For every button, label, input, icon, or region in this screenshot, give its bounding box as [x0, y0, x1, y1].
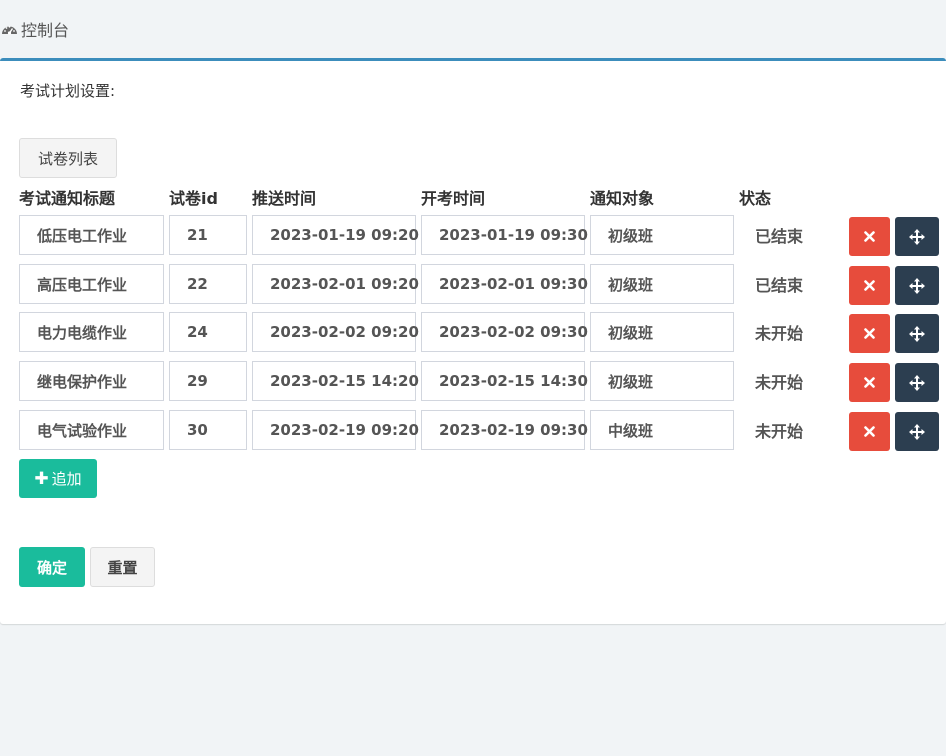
add-row-label: 追加	[51, 470, 82, 488]
exam-time-input[interactable]: 2023-02-15 14:30	[421, 361, 588, 401]
title-input[interactable]: 电力电缆作业	[19, 312, 164, 352]
move-row-button[interactable]	[895, 412, 939, 451]
push-time-input[interactable]: 2023-02-15 14:20	[252, 361, 419, 401]
exam-plan-panel: 考试计划设置: 试卷列表 考试通知标题 试卷id 推送时间 开考时间 通知对象 …	[0, 58, 946, 624]
title-input[interactable]: 低压电工作业	[19, 215, 164, 255]
column-header-exam-time: 开考时间	[421, 189, 486, 208]
title-input[interactable]: 高压电工作业	[19, 264, 164, 304]
paper-id-input[interactable]: 24	[169, 312, 247, 352]
close-icon	[864, 426, 875, 437]
move-row-button[interactable]	[895, 314, 939, 353]
target-select[interactable]: 初级班	[590, 264, 734, 304]
move-row-button[interactable]	[895, 266, 939, 305]
move-row-button[interactable]	[895, 217, 939, 256]
target-select[interactable]: 初级班	[590, 312, 734, 352]
column-header-title: 考试通知标题	[19, 189, 116, 208]
push-time-input[interactable]: 2023-02-19 09:20	[252, 410, 419, 450]
status-badge: 已结束	[755, 227, 804, 246]
title-input[interactable]: 电气试验作业	[19, 410, 164, 450]
delete-row-button[interactable]	[849, 266, 890, 305]
target-select[interactable]: 初级班	[590, 215, 734, 255]
paper-list-button[interactable]: 试卷列表	[19, 138, 117, 178]
column-header-push-time: 推送时间	[252, 189, 317, 208]
column-header-paper-id: 试卷id	[169, 189, 218, 208]
page-title: 控制台	[21, 21, 70, 40]
status-badge: 已结束	[755, 276, 804, 295]
title-input[interactable]: 继电保护作业	[19, 361, 164, 401]
paper-id-input[interactable]: 21	[169, 215, 247, 255]
reset-button[interactable]: 重置	[90, 547, 155, 587]
plus-icon: ✚	[34, 468, 49, 489]
column-header-status: 状态	[739, 189, 772, 208]
move-arrows-icon	[909, 423, 925, 440]
status-badge: 未开始	[755, 373, 804, 392]
status-badge: 未开始	[755, 422, 804, 441]
push-time-input[interactable]: 2023-02-02 09:20	[252, 312, 419, 352]
paper-id-input[interactable]: 22	[169, 264, 247, 304]
target-select[interactable]: 中级班	[590, 410, 734, 450]
move-arrows-icon	[909, 374, 925, 391]
move-row-button[interactable]	[895, 363, 939, 402]
exam-time-input[interactable]: 2023-02-19 09:30	[421, 410, 588, 450]
top-bar: 控制台	[0, 0, 946, 58]
exam-time-input[interactable]: 2023-01-19 09:30	[421, 215, 588, 255]
delete-row-button[interactable]	[849, 363, 890, 402]
push-time-input[interactable]: 2023-01-19 09:20	[252, 215, 419, 255]
close-icon	[864, 231, 875, 242]
exam-time-input[interactable]: 2023-02-02 09:30	[421, 312, 588, 352]
dashboard-icon	[1, 22, 18, 36]
target-select[interactable]: 初级班	[590, 361, 734, 401]
move-arrows-icon	[909, 325, 925, 342]
move-arrows-icon	[909, 277, 925, 294]
move-arrows-icon	[909, 228, 925, 245]
section-label: 考试计划设置:	[20, 82, 116, 100]
add-row-button[interactable]: ✚ 追加	[19, 459, 97, 498]
delete-row-button[interactable]	[849, 217, 890, 256]
paper-id-input[interactable]: 29	[169, 361, 247, 401]
delete-row-button[interactable]	[849, 314, 890, 353]
confirm-button[interactable]: 确定	[19, 547, 85, 587]
close-icon	[864, 377, 875, 388]
delete-row-button[interactable]	[849, 412, 890, 451]
paper-id-input[interactable]: 30	[169, 410, 247, 450]
push-time-input[interactable]: 2023-02-01 09:20	[252, 264, 419, 304]
exam-time-input[interactable]: 2023-02-01 09:30	[421, 264, 588, 304]
close-icon	[864, 328, 875, 339]
status-badge: 未开始	[755, 324, 804, 343]
close-icon	[864, 280, 875, 291]
column-header-target: 通知对象	[590, 189, 655, 208]
